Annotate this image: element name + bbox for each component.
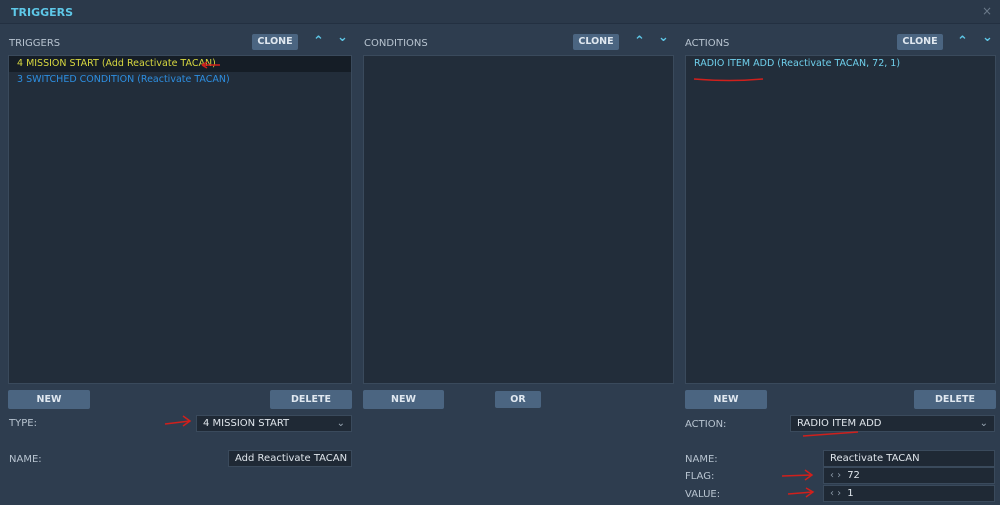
action-name-input[interactable]: Reactivate TACAN bbox=[823, 450, 995, 467]
type-label: TYPE: bbox=[9, 418, 37, 429]
trigger-item-selected[interactable]: 4 MISSION START (Add Reactivate TACAN) bbox=[9, 56, 351, 72]
actions-clone-button[interactable]: CLONE bbox=[897, 34, 943, 50]
flag-label: FLAG: bbox=[685, 471, 715, 482]
conditions-move-up-icon[interactable]: ⌃ bbox=[634, 34, 645, 49]
stepper-arrows-icon[interactable]: ‹ › bbox=[830, 470, 841, 481]
conditions-new-button[interactable]: NEW bbox=[363, 390, 444, 409]
actions-list: RADIO ITEM ADD (Reactivate TACAN, 72, 1) bbox=[685, 55, 996, 384]
annotation-arrow-flag bbox=[781, 469, 814, 481]
conditions-or-button[interactable]: OR bbox=[495, 391, 541, 408]
value-value: 1 bbox=[847, 488, 854, 499]
trigger-name-label: NAME: bbox=[9, 454, 42, 465]
actions-move-down-icon[interactable]: ⌄ bbox=[982, 30, 993, 45]
action-label: ACTION: bbox=[685, 419, 727, 430]
action-name-label: NAME: bbox=[685, 454, 718, 465]
conditions-clone-button[interactable]: CLONE bbox=[573, 34, 619, 50]
window-title: TRIGGERS bbox=[11, 6, 74, 19]
close-icon[interactable]: × bbox=[982, 4, 992, 18]
title-bar bbox=[0, 0, 1000, 24]
chevron-down-icon: ⌄ bbox=[336, 418, 345, 429]
annotation-underline-action-dropdown bbox=[802, 431, 859, 437]
actions-move-up-icon[interactable]: ⌃ bbox=[957, 34, 968, 49]
stepper-arrows-icon[interactable]: ‹ › bbox=[830, 488, 841, 499]
actions-delete-button[interactable]: DELETE bbox=[914, 390, 996, 409]
actions-header: ACTIONS bbox=[685, 38, 730, 49]
trigger-name-input[interactable]: Add Reactivate TACAN bbox=[228, 450, 352, 467]
trigger-item[interactable]: 3 SWITCHED CONDITION (Reactivate TACAN) bbox=[9, 72, 351, 88]
actions-new-button[interactable]: NEW bbox=[685, 390, 767, 409]
type-value: 4 MISSION START bbox=[203, 418, 290, 429]
triggers-list: 4 MISSION START (Add Reactivate TACAN) 3… bbox=[8, 55, 352, 384]
chevron-down-icon: ⌄ bbox=[979, 418, 988, 429]
triggers-header: TRIGGERS bbox=[9, 38, 61, 49]
value-label: VALUE: bbox=[685, 489, 721, 500]
triggers-move-down-icon[interactable]: ⌄ bbox=[337, 30, 348, 45]
type-dropdown[interactable]: 4 MISSION START ⌄ bbox=[196, 415, 352, 432]
triggers-delete-button[interactable]: DELETE bbox=[270, 390, 352, 409]
flag-stepper[interactable]: ‹ › 72 bbox=[823, 467, 995, 484]
triggers-clone-button[interactable]: CLONE bbox=[252, 34, 298, 50]
action-value: RADIO ITEM ADD bbox=[797, 418, 882, 429]
conditions-header: CONDITIONS bbox=[364, 38, 428, 49]
action-dropdown[interactable]: RADIO ITEM ADD ⌄ bbox=[790, 415, 995, 432]
triggers-new-button[interactable]: NEW bbox=[8, 390, 90, 409]
flag-value: 72 bbox=[847, 470, 860, 481]
action-item[interactable]: RADIO ITEM ADD (Reactivate TACAN, 72, 1) bbox=[686, 56, 995, 72]
annotation-arrow-value bbox=[787, 487, 815, 498]
conditions-list bbox=[363, 55, 674, 384]
annotation-arrow-type bbox=[164, 415, 192, 427]
triggers-move-up-icon[interactable]: ⌃ bbox=[313, 34, 324, 49]
value-stepper[interactable]: ‹ › 1 bbox=[823, 485, 995, 502]
conditions-move-down-icon[interactable]: ⌄ bbox=[658, 30, 669, 45]
